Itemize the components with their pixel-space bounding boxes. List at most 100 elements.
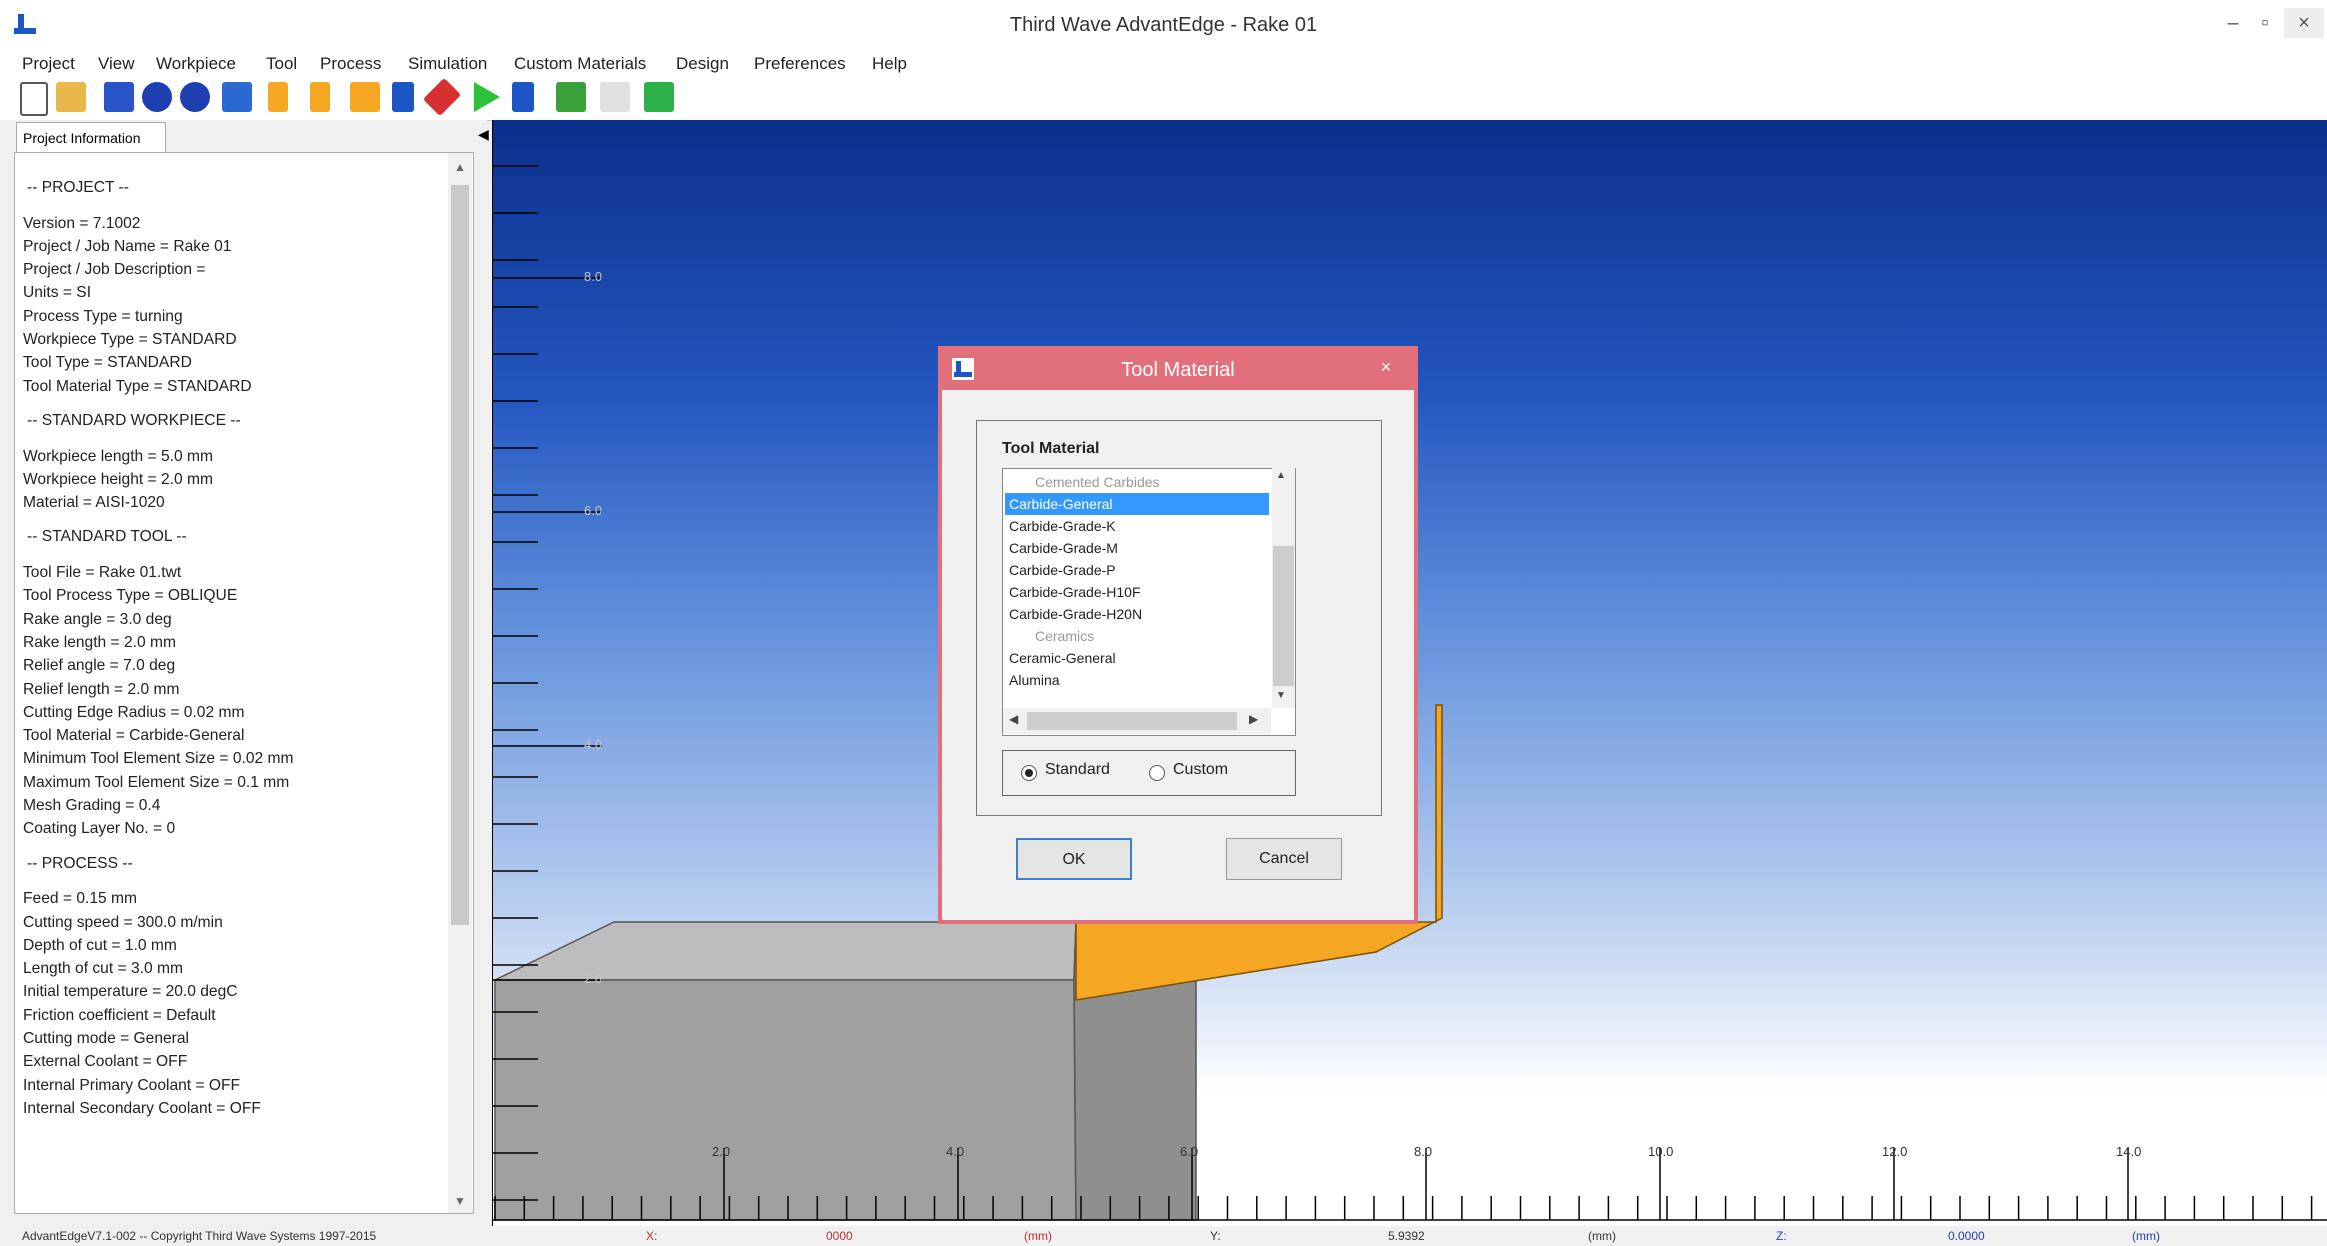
x-coord-label: X: [646, 1229, 658, 1243]
copyright-text: AdvantEdgeV7.1-002 -- Copyright Third Wa… [22, 1229, 377, 1243]
menu-workpiece[interactable]: Workpiece [156, 48, 236, 80]
info-line: Length of cut = 3.0 mm [23, 960, 183, 978]
info-line: Relief length = 2.0 mm [23, 680, 180, 698]
list-item[interactable]: Carbide-Grade-H20N [1005, 603, 1269, 625]
info-scrollbar-thumb[interactable] [451, 185, 469, 925]
list-item[interactable]: Carbide-Grade-M [1005, 537, 1269, 559]
minimize-button[interactable]: – [2218, 8, 2248, 38]
save-icon[interactable] [104, 82, 134, 112]
material-type-radio-group: Standard Custom [1002, 750, 1296, 796]
cancel-button[interactable]: Cancel [1226, 838, 1342, 880]
info-line: Friction coefficient = Default [23, 1006, 216, 1024]
dialog-close-button[interactable]: × [1366, 352, 1406, 382]
x-tick-label: 6.0 [1180, 1144, 1199, 1159]
list-item[interactable]: Carbide-Grade-H10F [1005, 581, 1269, 603]
list-item[interactable]: Carbide-Grade-K [1005, 515, 1269, 537]
x-tick-label: 14.0 [2116, 1144, 2142, 1159]
y-tick-label: 4.0 [584, 737, 603, 752]
menu-preferences[interactable]: Preferences [754, 48, 846, 80]
doe-icon[interactable] [600, 82, 630, 112]
y-coord-label: Y: [1210, 1229, 1221, 1243]
chevron-down-icon[interactable]: ▼ [1276, 690, 1286, 701]
info-line: Internal Secondary Coolant = OFF [23, 1099, 261, 1117]
list-item[interactable]: Alumina [1005, 669, 1269, 691]
chevron-right-icon[interactable]: ▶ [1249, 712, 1258, 726]
tool-material-list[interactable]: Cemented Carbides Carbide-General Carbide-… [1002, 468, 1296, 736]
info-line: Maximum Tool Element Size = 0.1 mm [23, 773, 290, 791]
scroll-down-icon[interactable]: ▼ [452, 1194, 468, 1210]
standard-radio-label[interactable]: Standard [1045, 761, 1110, 779]
post-process-icon[interactable] [512, 82, 534, 112]
menu-custom-materials[interactable]: Custom Materials [514, 48, 646, 80]
info-line: External Coolant = OFF [23, 1053, 188, 1071]
z-coord-value: 0.0000 [1948, 1229, 1985, 1243]
info-line: Cutting mode = General [23, 1029, 189, 1047]
chevron-up-icon[interactable]: ▲ [1276, 470, 1286, 481]
info-lines: -- PROJECT -- Version = 7.1002 Project / J… [23, 165, 453, 1120]
list-item[interactable]: Carbide-General [1005, 493, 1269, 515]
tool-icon-2[interactable] [310, 82, 330, 112]
list-hscroll-thumb[interactable] [1027, 712, 1237, 730]
info-line: Cutting speed = 300.0 m/min [23, 913, 223, 931]
tab-project-information[interactable]: Project Information [16, 122, 166, 152]
info-line: Internal Primary Coolant = OFF [23, 1076, 241, 1094]
info-line: Units = SI [23, 284, 92, 302]
tool-icon[interactable] [268, 82, 288, 112]
y-tick-label: 6.0 [584, 503, 603, 518]
custom-radio-label[interactable]: Custom [1173, 761, 1228, 779]
open-folder-icon[interactable] [56, 82, 86, 112]
menu-design[interactable]: Design [676, 48, 729, 80]
x-coord-value: 0000 [826, 1229, 853, 1243]
menu-bar: Project View Workpiece Tool Process Simu… [0, 48, 2327, 80]
project-info-text: -- PROJECT -- Version = 7.1002 Project / J… [14, 152, 474, 1214]
menu-help[interactable]: Help [872, 48, 907, 80]
menu-process[interactable]: Process [320, 48, 381, 80]
standard-radio[interactable] [1021, 765, 1037, 781]
menu-simulation[interactable]: Simulation [408, 48, 487, 80]
info-line: Workpiece height = 2.0 mm [23, 470, 213, 488]
info-line: Relief angle = 7.0 deg [23, 657, 176, 675]
new-file-icon[interactable] [20, 82, 48, 116]
info-line: Rake length = 2.0 mm [23, 633, 176, 651]
info-line: Tool Type = STANDARD [23, 354, 192, 372]
run-icon[interactable] [474, 82, 500, 112]
refresh-icon[interactable] [644, 82, 674, 112]
info-line: Depth of cut = 1.0 mm [23, 936, 177, 954]
process-icon[interactable] [392, 82, 414, 112]
chevron-left-icon[interactable]: ◀ [1009, 712, 1018, 726]
custom-radio[interactable] [1149, 765, 1165, 781]
list-item[interactable]: Carbide-Grade-P [1005, 559, 1269, 581]
y-tick-label: 2.0 [584, 971, 603, 986]
status-bar: AdvantEdgeV7.1-002 -- Copyright Third Wa… [0, 1226, 2327, 1246]
close-button[interactable]: × [2284, 8, 2324, 38]
workpiece-wm-icon[interactable] [222, 82, 252, 112]
tool-tm-icon[interactable] [350, 82, 380, 112]
info-line: Cutting Edge Radius = 0.02 mm [23, 703, 245, 721]
info-line: Tool File = Rake 01.twt [23, 564, 182, 582]
collapse-panel-icon[interactable]: ◀ [478, 126, 489, 143]
z-coord-unit: (mm) [2132, 1229, 2160, 1243]
menu-tool[interactable]: Tool [266, 48, 297, 80]
workpiece-icon[interactable] [142, 82, 172, 112]
info-line: Minimum Tool Element Size = 0.02 mm [23, 750, 294, 768]
workpiece-icon-2[interactable] [180, 82, 210, 112]
menu-project[interactable]: Project [22, 48, 75, 80]
info-line: Tool Material Type = STANDARD [23, 377, 252, 395]
ok-button[interactable]: OK [1016, 838, 1132, 880]
y-coord-unit: (mm) [1588, 1229, 1616, 1243]
info-section-heading: -- STANDARD TOOL -- [27, 528, 187, 546]
workpiece-front [494, 979, 1077, 1221]
scroll-up-icon[interactable]: ▲ [452, 160, 468, 176]
maximize-button[interactable]: ▫ [2250, 8, 2280, 38]
list-item[interactable]: Ceramic-General [1005, 647, 1269, 669]
x-tick-label: 8.0 [1414, 1144, 1433, 1159]
list-horizontal-scrollbar[interactable]: ◀ ▶ [1003, 708, 1271, 734]
x-tick-label: 10.0 [1648, 1144, 1674, 1159]
job-icon[interactable] [556, 82, 586, 112]
menu-view[interactable]: View [98, 48, 135, 80]
info-line: Workpiece length = 5.0 mm [23, 447, 213, 465]
list-vertical-scrollbar[interactable]: ▲ ▼ [1272, 468, 1295, 708]
info-line: Version = 7.1002 [23, 214, 141, 232]
info-line: Project / Job Description = [23, 261, 206, 279]
list-scroll-thumb[interactable] [1273, 546, 1294, 686]
